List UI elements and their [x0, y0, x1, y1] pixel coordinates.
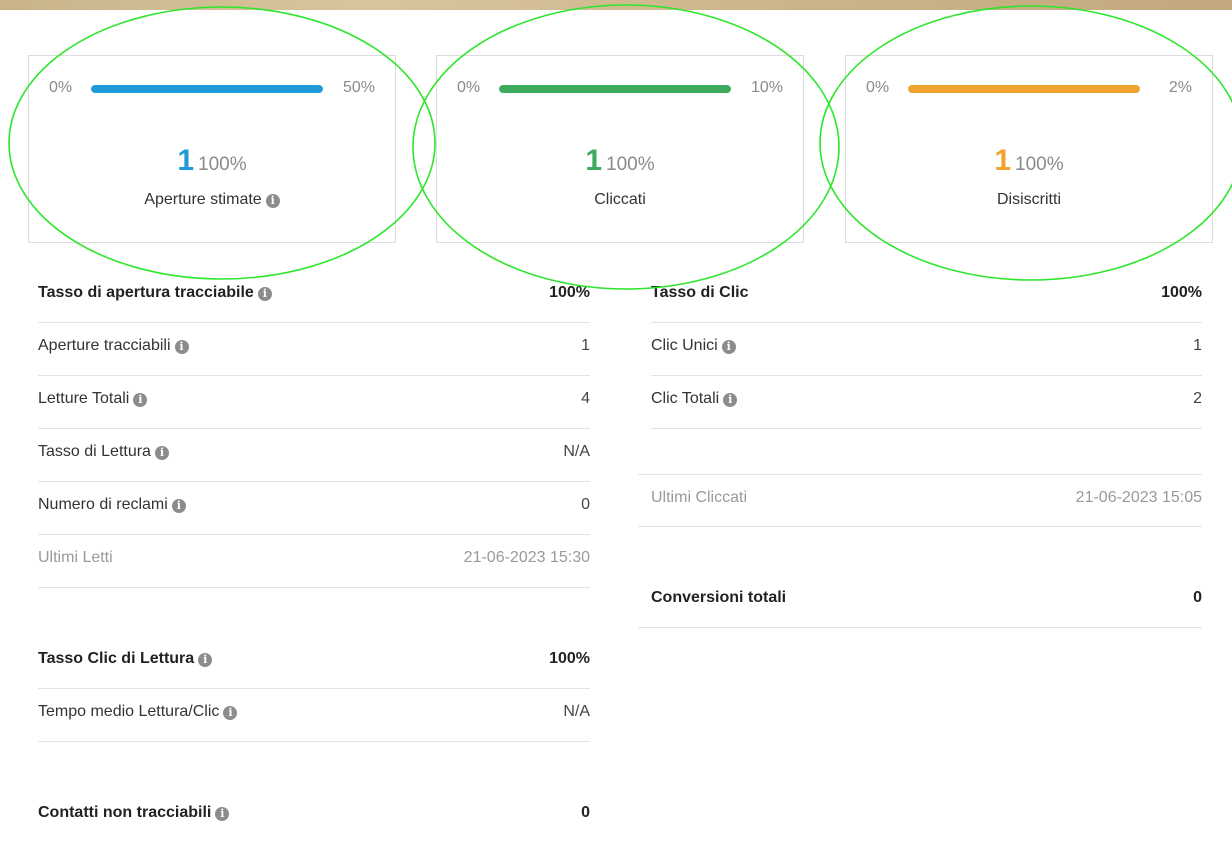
- info-icon[interactable]: i: [171, 499, 186, 513]
- stat-value: 100%: [1161, 284, 1202, 301]
- stat-row-click-rate: Tasso di Clic 100%: [651, 270, 1202, 323]
- metric-caption: Aperture stimate i: [29, 191, 395, 209]
- range-max-label: 50%: [342, 79, 375, 96]
- info-icon[interactable]: i: [257, 287, 272, 301]
- stat-label: Ultimi Letti: [38, 549, 113, 566]
- stat-row-total-clicks: Clic Totali i 2: [651, 376, 1202, 429]
- info-icon[interactable]: i: [133, 393, 148, 407]
- caption-text: Aperture stimate: [144, 191, 262, 208]
- info-icon[interactable]: i: [154, 446, 169, 460]
- range-min-label: 0%: [866, 79, 890, 96]
- stat-value: 0: [581, 804, 590, 821]
- metric-count: 1: [177, 144, 195, 177]
- metric-percent: 100%: [198, 154, 247, 175]
- stat-label: Contatti non tracciabili i: [38, 804, 230, 822]
- info-icon[interactable]: i: [223, 706, 238, 720]
- info-icon[interactable]: i: [721, 340, 736, 354]
- card-unsubscribed: 0% 2% 1 100% Disiscritti: [845, 55, 1213, 243]
- card-estimated-opens: 0% 50% 1 100% Aperture stimate i: [28, 55, 396, 243]
- metric-count: 1: [585, 144, 603, 177]
- info-icon[interactable]: i: [265, 194, 280, 208]
- stat-value: 21-06-2023 15:05: [1075, 489, 1202, 506]
- stat-label: Letture Totali i: [38, 390, 148, 408]
- stat-value: 100%: [549, 650, 590, 667]
- stat-row-avg-time: Tempo medio Lettura/Clic i N/A: [38, 689, 590, 742]
- stat-value: 4: [581, 390, 590, 407]
- progress-bar: [499, 85, 731, 93]
- progress-fill: [908, 85, 1140, 93]
- stat-value: 100%: [549, 284, 590, 301]
- stat-label: Conversioni totali: [651, 589, 787, 606]
- stat-label-text: Tasso Clic di Lettura: [38, 650, 195, 667]
- stat-label: Tasso di Clic: [651, 284, 749, 301]
- stat-label-text: Tasso di Lettura: [38, 443, 151, 460]
- caption-text: Cliccati: [594, 191, 646, 208]
- stat-label: Clic Totali i: [651, 390, 738, 408]
- stat-label-text: Clic Totali: [651, 390, 720, 407]
- stat-label: Tempo medio Lettura/Clic i: [38, 703, 238, 721]
- stat-row-trackable-opens: Aperture tracciabili i 1: [38, 323, 590, 376]
- stat-label: Tasso di Lettura i: [38, 443, 169, 461]
- metric-value: 1 100%: [437, 144, 803, 178]
- stat-value: 1: [1193, 337, 1202, 354]
- stat-row-last-clicked: Ultimi Cliccati 21-06-2023 15:05: [638, 474, 1202, 527]
- stat-value: 0: [1193, 589, 1202, 606]
- stat-value: N/A: [563, 703, 590, 720]
- stat-label-text: Tempo medio Lettura/Clic: [38, 703, 220, 720]
- progress-fill: [499, 85, 731, 93]
- range-min-label: 0%: [49, 79, 73, 96]
- info-icon[interactable]: i: [215, 807, 230, 821]
- stat-label: Clic Unici i: [651, 337, 736, 355]
- metric-value: 1 100%: [29, 144, 395, 178]
- header-image-strip: [0, 0, 1232, 10]
- range-max-label: 10%: [750, 79, 783, 96]
- stat-label-text: Letture Totali: [38, 390, 130, 407]
- metric-caption: Cliccati: [437, 191, 803, 209]
- info-icon[interactable]: i: [723, 393, 738, 407]
- card-clicked: 0% 10% 1 100% Cliccati: [436, 55, 804, 243]
- stat-value: 1: [581, 337, 590, 354]
- stat-label-text: Contatti non tracciabili: [38, 804, 212, 821]
- metric-count: 1: [994, 144, 1012, 177]
- stat-row-last-read: Ultimi Letti 21-06-2023 15:30: [38, 535, 590, 588]
- stat-row-complaints: Numero di reclami i 0: [38, 482, 590, 535]
- range-max-label: 2%: [1168, 79, 1192, 96]
- caption-text: Disiscritti: [997, 191, 1061, 208]
- stat-label-text: Numero di reclami: [38, 496, 168, 513]
- stat-value: 0: [581, 496, 590, 513]
- progress-fill: [91, 85, 323, 93]
- stat-label-text: Tasso di apertura tracciabile: [38, 284, 254, 301]
- metric-percent: 100%: [606, 154, 655, 175]
- stat-label-text: Aperture tracciabili: [38, 337, 171, 354]
- stat-label: Tasso Clic di Lettura i: [38, 650, 213, 668]
- progress-bar: [91, 85, 323, 93]
- info-icon[interactable]: i: [198, 653, 213, 667]
- stat-value: 2: [1193, 390, 1202, 407]
- stat-row-click-read-rate: Tasso Clic di Lettura i 100%: [38, 636, 590, 689]
- metric-value: 1 100%: [846, 144, 1212, 178]
- stat-label: Ultimi Cliccati: [651, 489, 747, 506]
- stat-label: Aperture tracciabili i: [38, 337, 189, 355]
- stat-row-unique-clicks: Clic Unici i 1: [651, 323, 1202, 376]
- stat-label: Numero di reclami i: [38, 496, 186, 514]
- info-icon[interactable]: i: [174, 340, 189, 354]
- stat-value: N/A: [563, 443, 590, 460]
- stat-label-text: Clic Unici: [651, 337, 718, 354]
- stat-row-read-rate: Tasso di Lettura i N/A: [38, 429, 590, 482]
- range-min-label: 0%: [457, 79, 481, 96]
- stat-row-total-reads: Letture Totali i 4: [38, 376, 590, 429]
- stat-row-untrackable: Contatti non tracciabili i 0: [38, 790, 590, 843]
- metric-caption: Disiscritti: [846, 191, 1212, 209]
- stat-label: Tasso di apertura tracciabile i: [38, 284, 272, 302]
- stat-row-conversions: Conversioni totali 0: [638, 575, 1202, 628]
- progress-bar: [908, 85, 1140, 93]
- metric-percent: 100%: [1015, 154, 1064, 175]
- stat-value: 21-06-2023 15:30: [463, 549, 590, 566]
- stat-row-open-rate: Tasso di apertura tracciabile i 100%: [38, 270, 590, 323]
